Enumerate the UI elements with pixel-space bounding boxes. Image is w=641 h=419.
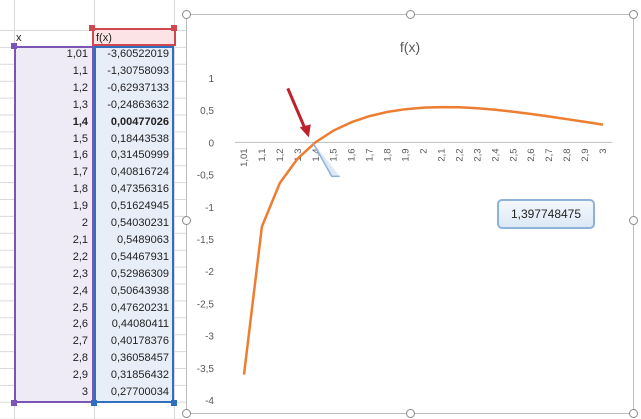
x-tick-label: 2,3 [472,148,483,161]
selection-handle[interactable] [171,25,177,31]
x-tick-label: 2,6 [526,148,537,161]
cell-fx-value[interactable]: 0,00477026 [94,114,172,130]
cell-x-value[interactable]: 2,7 [14,333,90,349]
x-tick-label: 1,01 [239,148,250,167]
y-tick-label: 0,5 [200,106,214,117]
root-callout-label[interactable]: 1,397748475 [497,199,595,229]
cell-x-value[interactable]: 2,5 [14,300,90,316]
x-tick-label: 3 [598,148,609,153]
cell-fx-value[interactable]: 0,51624945 [94,198,172,214]
cell-x-value[interactable]: 1,7 [14,164,90,180]
header-cell-x[interactable]: x [14,30,90,46]
y-tick-label: -1,5 [197,235,215,246]
cell-fx-value[interactable]: 0,44080411 [94,316,172,332]
chart-resize-handle[interactable] [406,409,415,418]
cell-fx-value[interactable]: 0,52986309 [94,266,172,282]
y-tick-label: -2 [205,267,214,278]
cell-fx-value[interactable]: -0,24863632 [94,97,172,113]
y-tick-label: -2,5 [197,299,215,310]
y-tick-label: -1 [205,203,214,214]
root-arrow-head [299,124,311,138]
cell-x-value[interactable]: 2,9 [14,367,90,383]
y-tick-label: -3,5 [197,364,215,375]
cell-x-value[interactable]: 1,9 [14,198,90,214]
cell-fx-value[interactable]: 0,54467931 [94,249,172,265]
chart-resize-handle[interactable] [629,216,638,225]
cell-fx-value[interactable]: 0,40178376 [94,333,172,349]
cell-fx-value[interactable]: 0,18443538 [94,131,172,147]
cell-fx-value[interactable]: 0,36058457 [94,350,172,366]
x-tick-label: 1,8 [383,148,394,161]
x-tick-label: 1,6 [347,148,358,161]
x-tick-label: 1,2 [275,148,286,161]
chart-resize-handle[interactable] [182,216,191,225]
x-tick-label: 1,7 [365,148,376,161]
selection-handle[interactable] [171,400,177,406]
cell-fx-value[interactable]: -3,60522019 [94,46,172,62]
cell-x-value[interactable]: 2,4 [14,283,90,299]
y-tick-label: -0,5 [197,171,215,182]
y-tick-label: -4 [205,396,214,407]
cell-x-value[interactable]: 2,2 [14,249,90,265]
cell-fx-value[interactable]: 0,47356316 [94,181,172,197]
chart-resize-handle[interactable] [182,409,191,418]
cell-fx-value[interactable]: 0,31450999 [94,147,172,163]
cell-x-value[interactable]: 1,3 [14,97,90,113]
y-tick-label: -3 [205,332,214,343]
x-tick-label: 1,1 [257,148,268,161]
cell-fx-value[interactable]: 0,47620231 [94,300,172,316]
cell-x-value[interactable]: 1,6 [14,147,90,163]
chart-resize-handle[interactable] [629,409,638,418]
cell-fx-value[interactable]: -1,30758093 [94,63,172,79]
x-tick-label: 1,9 [401,148,412,161]
cell-x-value[interactable]: 1,1 [14,63,90,79]
series-line-fx[interactable] [242,105,604,375]
x-tick-label: 2,2 [454,148,465,161]
cell-x-value[interactable]: 1,5 [14,131,90,147]
y-tick-label: 1 [208,74,214,85]
chart-resize-handle[interactable] [182,10,191,19]
cell-x-value[interactable]: 2 [14,215,90,231]
cell-x-value[interactable]: 1,8 [14,181,90,197]
x-tick-label: 2 [419,148,430,153]
x-tick-label: 2,9 [580,148,591,161]
cell-fx-value[interactable]: 0,50643938 [94,283,172,299]
chart-object[interactable]: f(x) 1 0,5 0 -0,5 -1 -1,5 -2 -2,5 -3 -3,5 -4 1,01 1,… [186,14,634,414]
cell-fx-value[interactable]: 0,40816724 [94,164,172,180]
fx-header-selection[interactable] [92,28,176,46]
selection-handle[interactable] [91,400,97,406]
x-tick-label: 2,5 [508,148,519,161]
chart-resize-handle[interactable] [629,10,638,19]
x-tick-label: 2,4 [490,148,501,161]
cell-x-value[interactable]: 1,4 [14,114,90,130]
root-arrow [286,87,308,131]
x-tick-label: 2,7 [544,148,555,161]
chart-resize-handle[interactable] [406,10,415,19]
cell-x-value[interactable]: 1,01 [14,46,90,62]
y-tick-label: 0 [208,138,214,149]
selection-handle[interactable] [89,25,95,31]
cell-fx-value[interactable]: 0,27700034 [94,384,172,400]
cell-x-value[interactable]: 3 [14,384,90,400]
x-tick-label: 1,5 [329,148,340,161]
cell-x-value[interactable]: 2,6 [14,316,90,332]
cell-x-value[interactable]: 2,3 [14,266,90,282]
cell-x-value[interactable]: 2,1 [14,232,90,248]
cell-x-value[interactable]: 2,8 [14,350,90,366]
x-tick-label: 2,8 [562,148,573,161]
cell-fx-value[interactable]: 0,54030231 [94,215,172,231]
cell-fx-value[interactable]: 0,31856432 [94,367,172,383]
selection-handle[interactable] [11,400,17,406]
cell-x-value[interactable]: 1,2 [14,80,90,96]
x-tick-label: 2,1 [436,148,447,161]
cell-fx-value[interactable]: -0,62937133 [94,80,172,96]
cell-fx-value[interactable]: 0,5489063 [94,232,172,248]
